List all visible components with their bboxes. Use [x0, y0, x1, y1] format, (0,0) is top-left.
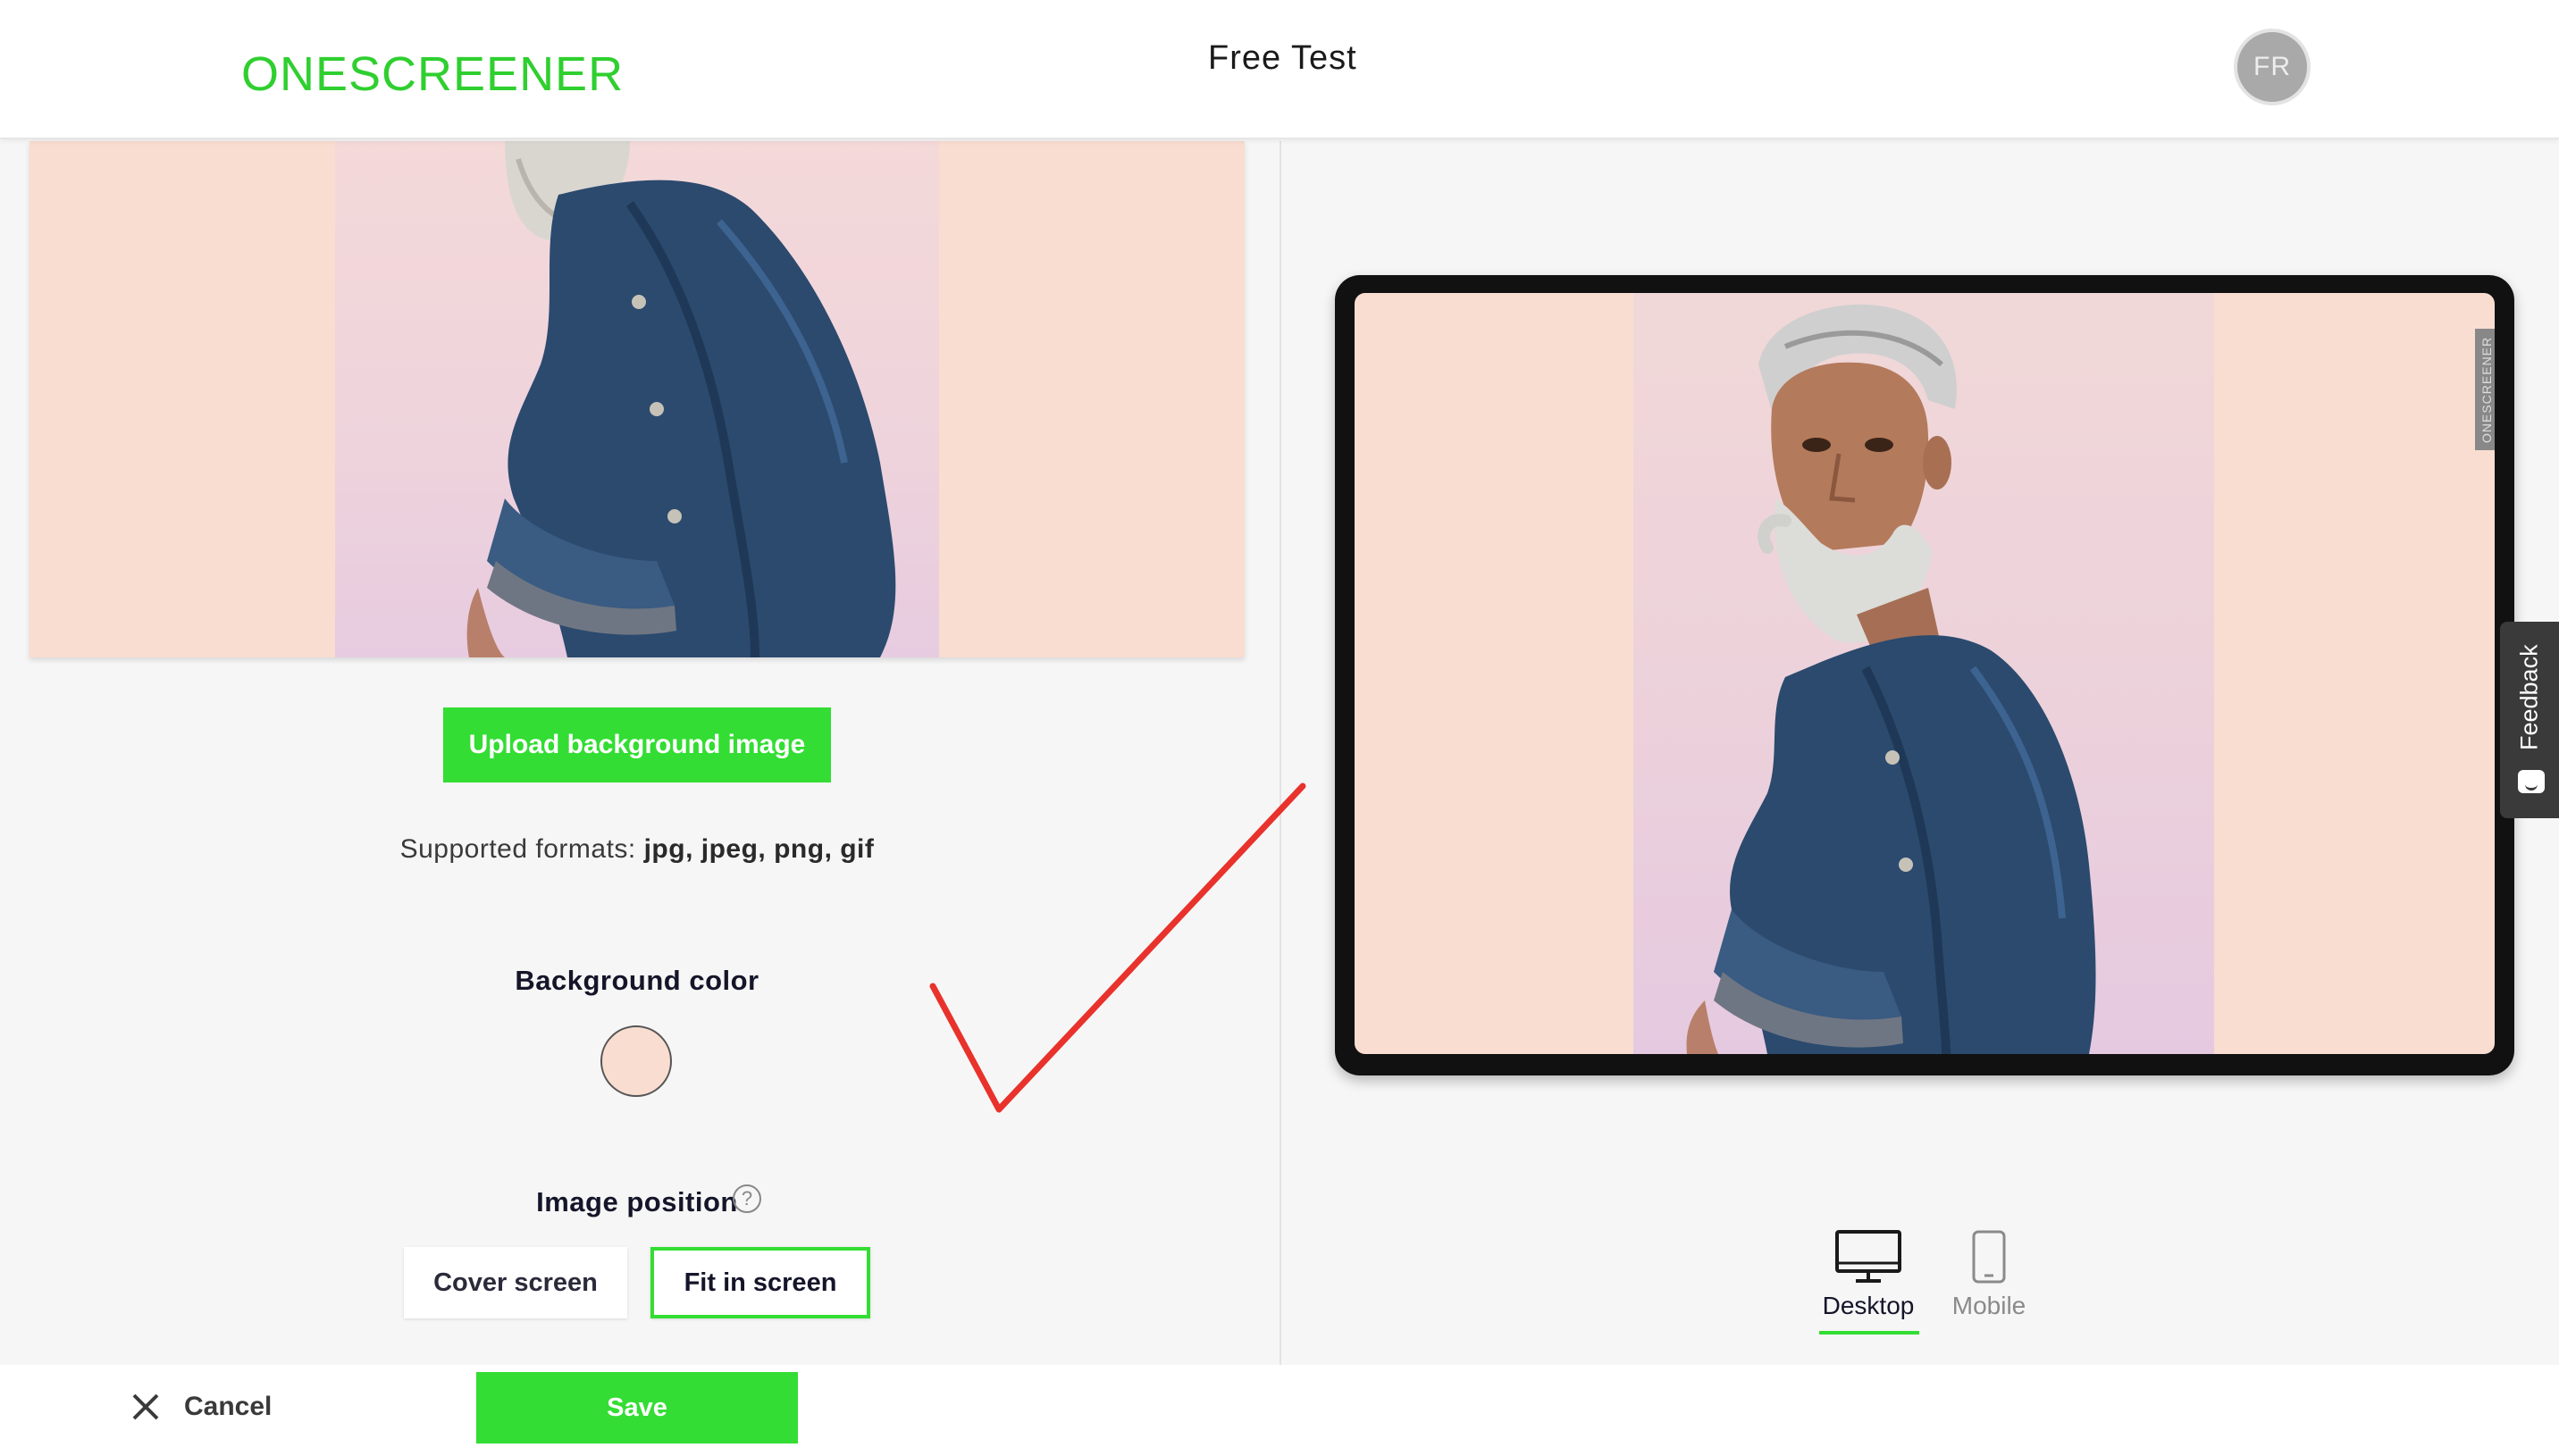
onescreener-logo[interactable]: ONESCREENER [241, 46, 624, 102]
desktop-view-toggle[interactable]: Desktop [1819, 1229, 1917, 1320]
action-footer [0, 1365, 2559, 1456]
formats-prefix: Supported formats: [399, 834, 636, 864]
feedback-label[interactable]: Feedback [2507, 631, 2552, 765]
desktop-label: Desktop [1822, 1292, 1915, 1319]
bearded-man-torso-image [466, 141, 896, 657]
background-color-swatch[interactable] [600, 1025, 672, 1097]
tablet-preview-frame: ONESCREENER [1335, 275, 2514, 1075]
close-icon [132, 1393, 159, 1420]
smiley-chat-icon [2518, 770, 2545, 793]
formats-list: jpg, jpeg, png, gif [643, 834, 875, 864]
mobile-label: Mobile [1951, 1292, 2026, 1319]
cover-screen-button[interactable]: Cover screen [404, 1247, 627, 1318]
background-photo-crop [335, 141, 939, 657]
project-title: Free Test [1208, 39, 1357, 77]
active-device-indicator [1819, 1331, 1919, 1335]
fit-in-screen-button[interactable]: Fit in screen [650, 1247, 870, 1318]
background-editor-panel: Upload background image Supported format… [0, 141, 1280, 1365]
upload-background-image-button[interactable]: Upload background image [443, 707, 831, 782]
tablet-screen: ONESCREENER [1355, 293, 2495, 1054]
checkmark-annotation-icon [929, 782, 1306, 1113]
cancel-button[interactable]: Cancel [130, 1385, 272, 1429]
panel-divider [1280, 141, 1281, 1365]
preview-photo [1633, 293, 2214, 1054]
image-position-label: Image position [536, 1186, 738, 1218]
question-circle-icon[interactable]: ? [733, 1184, 761, 1213]
app-header: ONESCREENER Free Test FR [0, 0, 2559, 139]
user-avatar[interactable]: FR [2234, 29, 2311, 105]
save-button[interactable]: Save [476, 1372, 798, 1443]
mobile-view-toggle[interactable]: Mobile [1946, 1229, 2032, 1320]
bearded-man-portrait-image [1686, 304, 2096, 1054]
onescreener-watermark: ONESCREENER [2475, 329, 2495, 450]
background-image-preview [29, 141, 1245, 657]
mobile-phone-icon [1972, 1230, 2006, 1284]
desktop-monitor-icon [1835, 1230, 1901, 1283]
image-position-heading: Image position [0, 1186, 1274, 1218]
cancel-label: Cancel [184, 1392, 273, 1421]
